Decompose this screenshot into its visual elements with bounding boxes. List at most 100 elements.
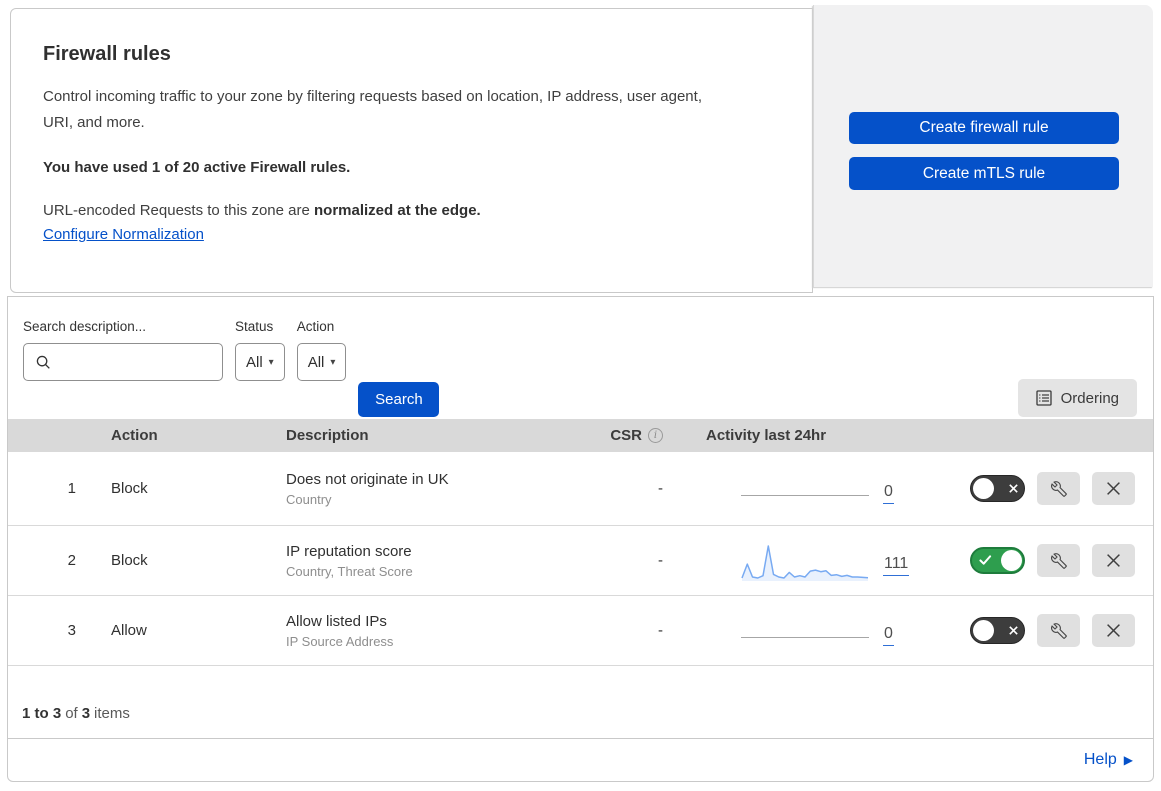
action-filter-group: Action All ▾ [297, 319, 347, 381]
csr-column-header: CSR i [563, 427, 673, 444]
wrench-icon [1051, 481, 1067, 497]
activity-sparkline [741, 610, 869, 652]
page-title: Firewall rules [43, 43, 772, 66]
search-input[interactable] [59, 354, 214, 370]
close-icon [1106, 553, 1121, 568]
normalization-bold-text: normalized at the edge. [314, 202, 481, 219]
rule-activity-cell: 0 [673, 610, 923, 652]
rule-description: Allow listed IPs [286, 613, 563, 630]
rule-enabled-toggle[interactable] [970, 547, 1025, 574]
action-label: Action [297, 319, 347, 334]
search-icon [36, 355, 51, 370]
action-column-header: Action [88, 427, 263, 444]
close-icon [1106, 623, 1121, 638]
rule-description-cell: IP reputation score Country, Threat Scor… [263, 543, 563, 579]
status-select-value: All [246, 354, 263, 371]
rule-activity-cell: 0 [673, 468, 923, 510]
rule-enabled-toggle[interactable] [970, 617, 1025, 644]
toggle-off-x-icon [1008, 483, 1019, 494]
rule-csr: - [563, 622, 673, 639]
toggle-knob [973, 478, 994, 499]
close-icon [1106, 481, 1121, 496]
search-button[interactable]: Search [358, 382, 439, 417]
rule-description: Does not originate in UK [286, 471, 563, 488]
activity-sparkline [741, 468, 869, 510]
activity-column-header: Activity last 24hr [673, 427, 923, 444]
status-select[interactable]: All ▾ [235, 343, 285, 381]
activity-count-link[interactable]: 0 [883, 626, 894, 646]
edit-rule-button[interactable] [1037, 544, 1080, 577]
items-range: 1 to 3 [22, 705, 61, 722]
normalization-text: URL-encoded Requests to this zone are [43, 202, 314, 219]
rule-controls [923, 614, 1153, 647]
edit-rule-button[interactable] [1037, 614, 1080, 647]
rule-activity-cell: 111 [673, 540, 923, 582]
rule-description-cell: Allow listed IPs IP Source Address [263, 613, 563, 649]
ordering-button[interactable]: Ordering [1018, 379, 1137, 417]
rule-fields: IP Source Address [286, 634, 563, 649]
normalization-note: URL-encoded Requests to this zone are no… [43, 202, 772, 219]
toggle-off-x-icon [1008, 625, 1019, 636]
wrench-icon [1051, 623, 1067, 639]
table-row: 2 Block IP reputation score Country, Thr… [8, 526, 1153, 596]
chevron-down-icon: ▾ [330, 357, 335, 368]
pagination-summary: 1 to 3 of 3 items [8, 666, 1153, 739]
rule-csr: - [563, 480, 673, 497]
activity-sparkline [741, 540, 869, 582]
help-link[interactable]: Help ▶ [1084, 751, 1133, 769]
help-bar: Help ▶ [8, 739, 1153, 781]
create-mtls-rule-button[interactable]: Create mTLS rule [849, 157, 1119, 190]
items-label: items [94, 705, 130, 722]
rule-description: IP reputation score [286, 543, 563, 560]
search-filter-group: Search description... [23, 319, 223, 381]
page-description: Control incoming traffic to your zone by… [43, 84, 733, 137]
toggle-on-check-icon [979, 555, 992, 566]
filter-bar: Search description... Status All ▾ Actio… [8, 297, 1153, 419]
chevron-down-icon: ▾ [269, 357, 274, 368]
rule-priority: 2 [8, 552, 88, 569]
items-total: 3 [82, 705, 90, 722]
activity-count-link[interactable]: 0 [883, 484, 894, 504]
rule-csr: - [563, 552, 673, 569]
csr-header-label: CSR [610, 427, 642, 444]
search-label: Search description... [23, 319, 223, 334]
status-filter-group: Status All ▾ [235, 319, 285, 381]
arrow-right-icon: ▶ [1124, 753, 1133, 767]
info-icon[interactable]: i [648, 428, 663, 443]
table-row: 1 Block Does not originate in UK Country… [8, 452, 1153, 526]
action-select[interactable]: All ▾ [297, 343, 347, 381]
items-of-label: of [65, 705, 78, 722]
toggle-knob [1001, 550, 1022, 571]
delete-rule-button[interactable] [1092, 614, 1135, 647]
rule-description-cell: Does not originate in UK Country [263, 471, 563, 507]
intro-card: Firewall rules Control incoming traffic … [10, 8, 813, 293]
help-link-label: Help [1084, 751, 1117, 769]
status-label: Status [235, 319, 285, 334]
edit-rule-button[interactable] [1037, 472, 1080, 505]
wrench-icon [1051, 553, 1067, 569]
description-column-header: Description [263, 427, 563, 444]
rule-action: Allow [88, 622, 263, 639]
rule-controls [923, 472, 1153, 505]
delete-rule-button[interactable] [1092, 472, 1135, 505]
rules-list-panel: Search description... Status All ▾ Actio… [7, 296, 1154, 782]
rule-action: Block [88, 552, 263, 569]
create-firewall-rule-button[interactable]: Create firewall rule [849, 112, 1119, 144]
usage-summary: You have used 1 of 20 active Firewall ru… [43, 159, 772, 176]
firewall-rules-page: Firewall rules Control incoming traffic … [0, 0, 1161, 791]
actions-panel: Create firewall rule Create mTLS rule [813, 5, 1153, 287]
toggle-knob [973, 620, 994, 641]
rule-fields: Country [286, 492, 563, 507]
delete-rule-button[interactable] [1092, 544, 1135, 577]
rule-fields: Country, Threat Score [286, 564, 563, 579]
activity-count-link[interactable]: 111 [883, 556, 909, 576]
action-select-value: All [308, 354, 325, 371]
rule-controls [923, 544, 1153, 577]
table-header: Action Description CSR i Activity last 2… [8, 419, 1153, 452]
configure-normalization-link[interactable]: Configure Normalization [43, 226, 204, 243]
rule-action: Block [88, 480, 263, 497]
ordering-button-label: Ordering [1061, 390, 1119, 407]
rule-enabled-toggle[interactable] [970, 475, 1025, 502]
rule-priority: 3 [8, 622, 88, 639]
search-box [23, 343, 223, 381]
